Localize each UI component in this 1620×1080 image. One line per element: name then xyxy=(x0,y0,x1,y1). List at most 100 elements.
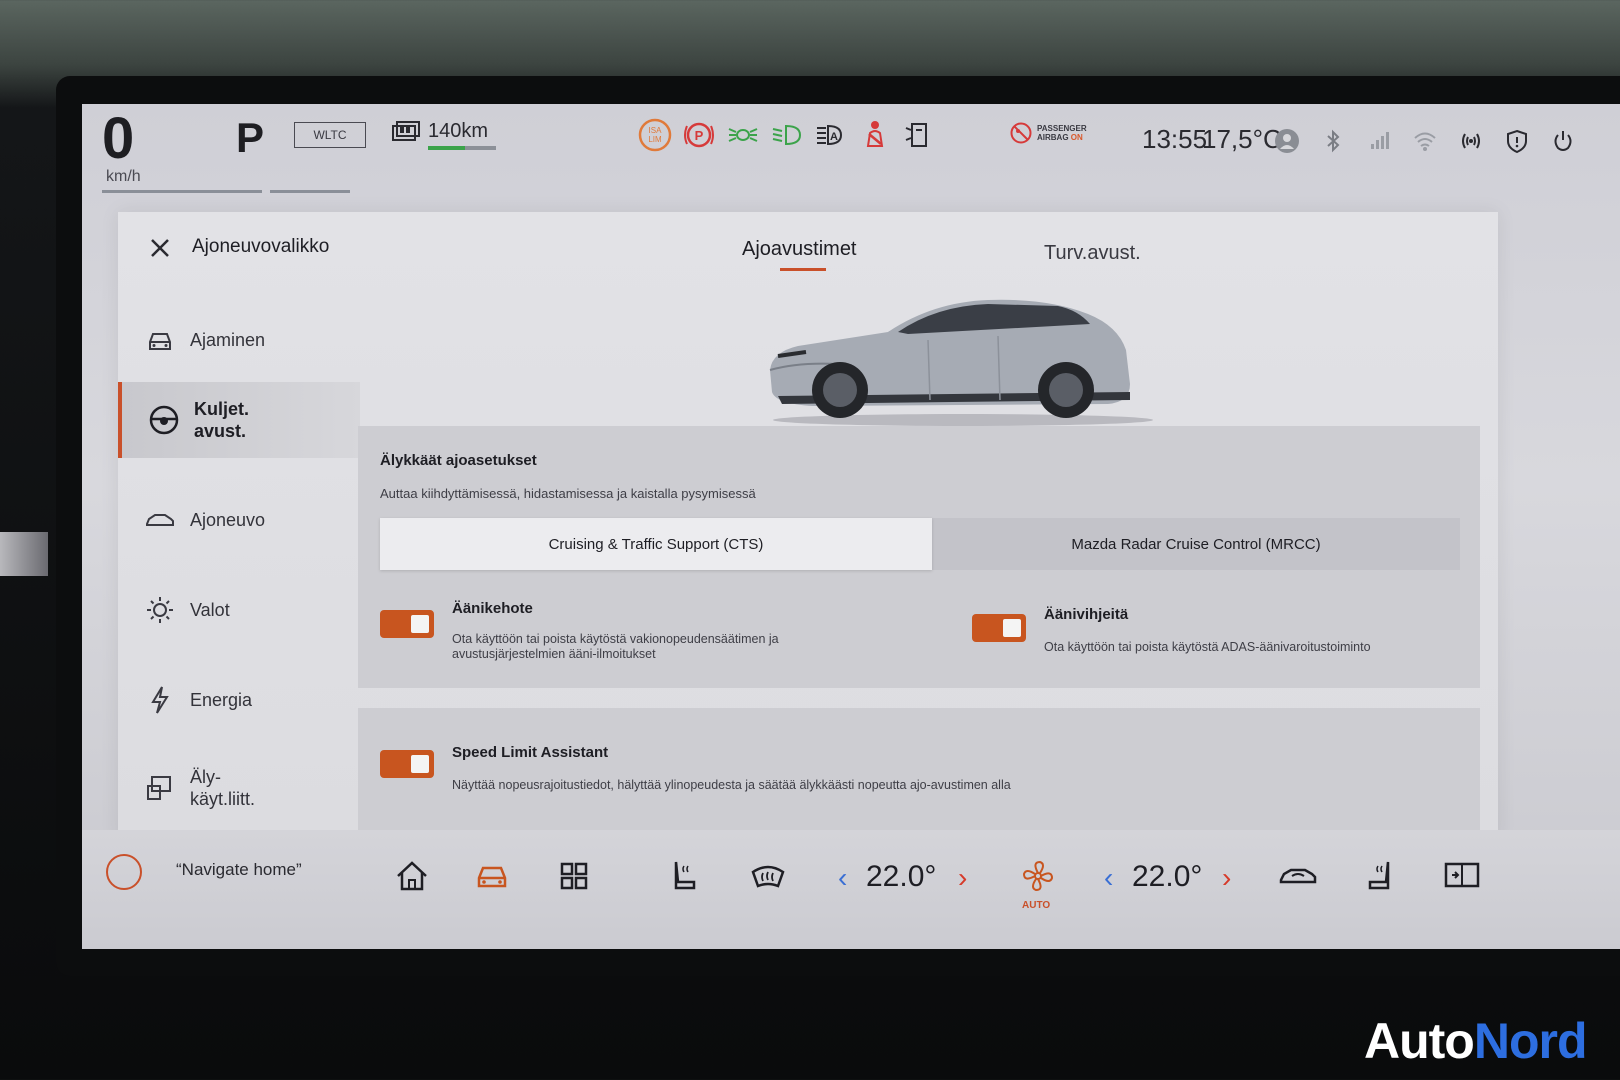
sidebar-item-label: Ajoneuvo xyxy=(190,510,266,530)
segment-mrcc[interactable]: Mazda Radar Cruise Control (MRCC) xyxy=(932,518,1460,570)
sidebar-item-aly-kayt-liitt[interactable]: Äly- käyt.liitt. xyxy=(118,750,356,826)
lightning-icon xyxy=(151,686,169,714)
svg-text:A: A xyxy=(830,131,838,143)
temp-left-value: 22.0° xyxy=(866,860,937,893)
watermark-part1: Auto xyxy=(1364,1013,1475,1069)
vehicle-menu-panel: Ajoneuvovalikko Ajaminen Kuljet. avust. xyxy=(118,212,1498,842)
svg-text:ISA: ISA xyxy=(649,126,663,135)
sidebar-item-kuljet-avust[interactable]: Kuljet. avust. xyxy=(118,382,360,458)
tab-turv-avust[interactable]: Turv.avust. xyxy=(1044,242,1141,265)
active-tab-underline xyxy=(780,268,826,271)
sidebar-item-label: Kuljet. avust. xyxy=(194,399,250,441)
seat-heating-left-icon[interactable] xyxy=(664,856,704,896)
option-title: Äänivihjeitä xyxy=(1044,606,1129,623)
temp-left-up-button[interactable]: › xyxy=(958,862,967,894)
voice-assistant-button[interactable] xyxy=(106,854,142,890)
isa-limit-icon: ISA LIM xyxy=(638,118,672,152)
seatbelt-warning-icon xyxy=(866,121,884,147)
infotainment-screen: 0 km/h P WLTC 140km ISA LIM P A PASSENGE… xyxy=(82,104,1620,949)
steering-wheel-icon xyxy=(149,405,179,435)
passenger-airbag-indicator: PASSENGER AIRBAG ON xyxy=(1010,122,1087,144)
speed-limit-assistant-toggle[interactable] xyxy=(380,750,434,778)
watermark-part2: Nord xyxy=(1473,1013,1588,1069)
voice-prompt-toggle[interactable] xyxy=(380,610,434,638)
car-side-icon xyxy=(146,514,174,526)
segment-cts[interactable]: Cruising & Traffic Support (CTS) xyxy=(380,518,932,570)
voice-hint: “Navigate home” xyxy=(176,860,302,879)
home-icon[interactable] xyxy=(392,856,432,896)
toggle-knob xyxy=(411,615,429,633)
car-front-icon[interactable] xyxy=(472,856,512,896)
wifi-icon xyxy=(1414,132,1436,151)
sidebar-item-ajaminen[interactable]: Ajaminen xyxy=(118,302,356,378)
door-open-icon xyxy=(905,123,927,147)
section-title: Älykkäät ajoasetukset xyxy=(380,452,537,469)
toggle-knob xyxy=(1003,619,1021,637)
speed-limit-assistant-card: Speed Limit Assistant Näyttää nopeusrajo… xyxy=(358,708,1480,842)
car-front-icon xyxy=(149,333,171,350)
range-bar-fill xyxy=(428,146,466,150)
windshield-defrost-icon[interactable] xyxy=(748,856,788,896)
smart-driving-settings-card: Älykkäät ajoasetukset Auttaa kiihdyttämi… xyxy=(358,426,1480,688)
temp-left-down-button[interactable]: ‹ xyxy=(838,862,847,894)
battery-range-icon xyxy=(392,121,420,141)
airbag-label-line1: PASSENGER xyxy=(1037,124,1087,133)
security-shield-icon xyxy=(1507,129,1527,154)
range-bar xyxy=(428,146,496,150)
recirculation-car-icon[interactable] xyxy=(1278,856,1318,896)
close-icon[interactable] xyxy=(146,234,174,262)
tab-ajoavustimet[interactable]: Ajoavustimet xyxy=(742,238,857,261)
mode-segmented-control: Cruising & Traffic Support (CTS) Mazda R… xyxy=(380,518,1460,570)
option-title: Äänikehote xyxy=(452,600,533,617)
airbag-label-line2: AIRBAG xyxy=(1037,133,1069,142)
bottom-dock: “Navigate home” ‹ 22.0° › AUTO ‹ 22.0° › xyxy=(82,830,1620,949)
section-description: Auttaa kiihdyttämisessä, hidastamisessa … xyxy=(380,486,756,501)
svg-text:P: P xyxy=(695,128,704,143)
option-title: Speed Limit Assistant xyxy=(452,744,609,761)
option-description: Ota käyttöön tai poista käytöstä vakiono… xyxy=(452,632,779,661)
speed-divider xyxy=(102,190,262,193)
outside-temperature: 17,5°C xyxy=(1202,124,1282,154)
sidebar-item-valot[interactable]: Valot xyxy=(118,572,356,648)
power-icon[interactable] xyxy=(1550,128,1576,154)
fan-mode-label: AUTO xyxy=(1022,900,1051,911)
sun-icon xyxy=(147,597,173,623)
temp-right-down-button[interactable]: ‹ xyxy=(1104,862,1113,894)
wltc-badge: WLTC xyxy=(294,122,366,148)
sidebar-item-label: Energia xyxy=(190,690,253,710)
toggle-knob xyxy=(411,755,429,773)
sidebar-item-energia[interactable]: Energia xyxy=(118,662,356,738)
temp-right-up-button[interactable]: › xyxy=(1222,862,1231,894)
option-description: Näyttää nopeusrajoitustiedot, hälyttää y… xyxy=(452,778,1011,792)
auto-high-beam-icon: A xyxy=(817,124,843,146)
vehicle-illustration xyxy=(769,299,1153,426)
clock: 13:55 xyxy=(1142,124,1208,154)
connectivity-icon xyxy=(1462,133,1480,149)
sidebar-item-label: Ajaminen xyxy=(190,330,266,350)
temp-right-value: 22.0° xyxy=(1132,860,1203,893)
fog-light-icon xyxy=(728,128,758,142)
profile-icon[interactable] xyxy=(1274,128,1300,154)
seat-heating-right-icon[interactable] xyxy=(1360,856,1400,896)
sidebar-item-ajoneuvo[interactable]: Ajoneuvo xyxy=(118,482,356,558)
signal-strength-icon xyxy=(1371,132,1389,149)
range-value: 140km xyxy=(428,120,489,142)
speed-unit: km/h xyxy=(106,168,141,185)
option-description: Ota käyttöön tai poista käytöstä ADAS-ää… xyxy=(1044,640,1371,654)
apps-grid-icon[interactable] xyxy=(554,856,594,896)
parking-brake-icon: P xyxy=(684,122,714,148)
gear-divider xyxy=(270,190,350,193)
sidebar-item-label: Äly- käyt.liitt. xyxy=(190,767,256,809)
gear-indicator: P xyxy=(236,114,265,161)
svg-text:LIM: LIM xyxy=(648,135,662,144)
speed-value: 0 xyxy=(102,106,135,171)
autonord-watermark: AutoNord xyxy=(1364,1012,1587,1070)
menu-title: Ajoneuvovalikko xyxy=(192,236,330,257)
screen-layout-icon[interactable] xyxy=(1442,856,1482,896)
sidebar: Ajoneuvovalikko Ajaminen Kuljet. avust. xyxy=(118,212,360,842)
bluetooth-icon xyxy=(1327,129,1340,153)
airbag-state: ON xyxy=(1070,133,1083,142)
fan-icon[interactable] xyxy=(1018,856,1058,896)
sidebar-item-label: Valot xyxy=(190,600,230,620)
audio-cues-toggle[interactable] xyxy=(972,614,1026,642)
